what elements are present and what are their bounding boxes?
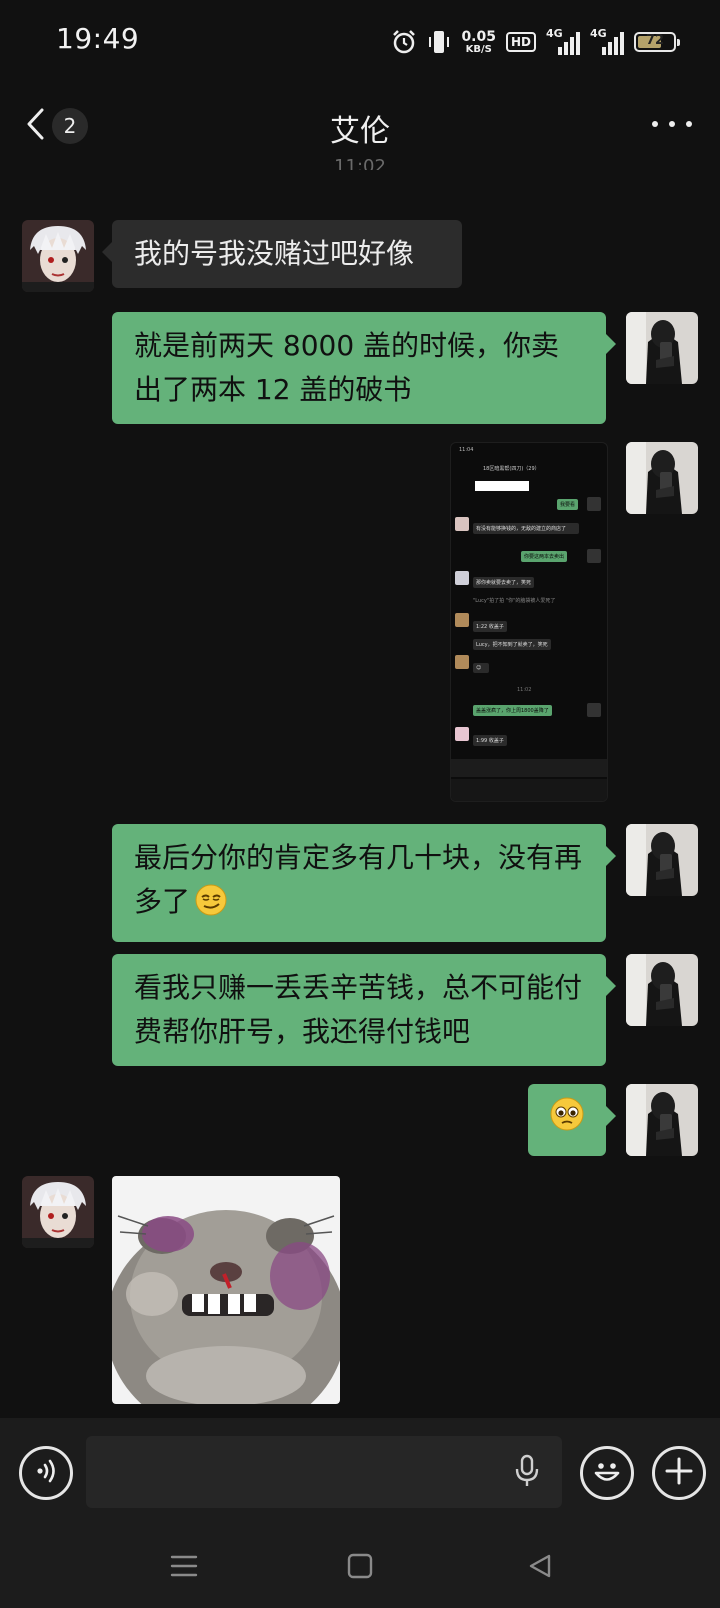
chat-screen: 19:49 0.05 KB/S HD 4G 4G 72 2 艾伦 11:02 我… xyxy=(0,0,720,1608)
system-nav-bar xyxy=(0,1528,720,1608)
home-icon xyxy=(347,1553,373,1583)
system-back-button[interactable] xyxy=(522,1550,558,1586)
my-avatar[interactable] xyxy=(626,824,698,896)
contact-avatar[interactable] xyxy=(22,1176,94,1248)
image-message-screenshot[interactable]: 11:04 18区暗黑帮(四刀)（29） 我要看 有没有能够换钱的，无敌的建立的… xyxy=(450,442,608,802)
status-icons: 0.05 KB/S HD 4G 4G 72 xyxy=(391,26,680,58)
voice-icon xyxy=(33,1458,59,1488)
message-input[interactable] xyxy=(86,1436,562,1508)
input-bar xyxy=(0,1418,720,1528)
menu-icon xyxy=(170,1553,198,1583)
shot-line: 11:02 xyxy=(517,687,532,693)
chat-title: 艾伦 xyxy=(330,114,390,149)
my-avatar[interactable] xyxy=(626,954,698,1026)
shot-avatar xyxy=(587,549,601,563)
shot-nav-bar xyxy=(451,779,607,801)
message-bubble-sent[interactable]: 看我只赚一丢丢辛苦钱，总不可能付费帮你肝号，我还得付钱吧 xyxy=(112,954,616,1066)
signal-icon: 4G xyxy=(590,27,624,55)
net-speed: 0.05 KB/S xyxy=(461,30,496,55)
shot-input-bar xyxy=(451,759,607,777)
my-avatar[interactable] xyxy=(626,1084,698,1156)
shot-line: "Lucy"拍了拍 "你"的脑袋被人爱死了 xyxy=(473,598,556,604)
battery-percent: 72 xyxy=(645,33,665,48)
shot-line: 有没有能够换钱的，无敌的建立的商店了 xyxy=(473,523,579,534)
shot-avatar xyxy=(455,655,469,669)
shot-group-title: 18区暗黑帮(四刀)（29） xyxy=(483,466,540,472)
more-options-button[interactable] xyxy=(652,112,692,136)
message-text: 看我只赚一丢丢辛苦钱，总不可能付费帮你肝号，我还得付钱吧 xyxy=(134,971,583,1048)
status-bar: 19:49 0.05 KB/S HD 4G 4G 72 xyxy=(0,0,720,82)
message-bubble-sent[interactable] xyxy=(528,1084,616,1156)
alarm-icon xyxy=(391,29,417,55)
home-button[interactable] xyxy=(342,1550,378,1586)
smirk-emoji-icon xyxy=(194,883,228,930)
message-text: 我的号我没赌过吧好像 xyxy=(134,237,415,270)
time-separator: 11:02 xyxy=(334,156,386,170)
net-speed-unit: KB/S xyxy=(465,43,492,55)
shot-line: 你要这两本去卖出 xyxy=(521,551,568,562)
sticker-message[interactable] xyxy=(112,1176,340,1404)
more-functions-button[interactable] xyxy=(652,1446,706,1500)
more-dots-icon xyxy=(652,121,658,127)
signal-icon: 4G xyxy=(546,27,580,55)
shot-line: 1:22 收盖子 xyxy=(473,621,507,632)
message-bubble-received[interactable]: 我的号我没赌过吧好像 xyxy=(102,220,462,288)
recent-apps-button[interactable] xyxy=(166,1550,202,1586)
pleading-emoji-icon xyxy=(549,1096,585,1145)
back-triangle-icon xyxy=(527,1553,553,1583)
shot-avatar xyxy=(455,613,469,627)
vibrate-icon xyxy=(427,29,451,55)
plus-icon xyxy=(664,1456,694,1490)
contact-avatar[interactable] xyxy=(22,220,94,292)
shot-time: 11:04 xyxy=(459,447,474,453)
shot-avatar xyxy=(587,703,601,717)
smiley-icon xyxy=(590,1454,624,1492)
message-bubble-sent[interactable]: 就是前两天 8000 盖的时候，你卖出了两本 12 盖的破书 xyxy=(112,312,616,424)
shot-redacted-bar xyxy=(475,481,529,491)
hd-voice-icon: HD xyxy=(505,32,536,52)
my-avatar[interactable] xyxy=(626,442,698,514)
shot-avatar xyxy=(587,497,601,511)
shot-line: 1:99 收盖子 xyxy=(473,735,507,746)
shot-emoji: ☺ xyxy=(473,663,489,673)
shot-avatar xyxy=(455,571,469,585)
shot-line: Lucy，把不知到了就卖了，笑死 xyxy=(473,639,551,650)
shot-avatar xyxy=(455,727,469,741)
my-avatar[interactable] xyxy=(626,312,698,384)
emoji-button[interactable] xyxy=(580,1446,634,1500)
status-time: 19:49 xyxy=(56,22,140,55)
net-speed-value: 0.05 xyxy=(461,28,496,45)
message-bubble-sent[interactable]: 最后分你的肯定多有几十块，没有再多了 xyxy=(112,824,616,942)
mic-icon[interactable] xyxy=(514,1454,540,1492)
voice-toggle-button[interactable] xyxy=(19,1446,73,1500)
shot-line: 那你卖就要去卖了，笑死 xyxy=(473,577,535,588)
battery-icon: 72 xyxy=(634,32,680,52)
shot-line: 我要看 xyxy=(557,499,579,510)
shot-line: 盖盖涨疯了，你上周1800盖降了 xyxy=(473,705,552,716)
message-text: 就是前两天 8000 盖的时候，你卖出了两本 12 盖的破书 xyxy=(134,329,560,406)
shot-avatar xyxy=(455,517,469,531)
